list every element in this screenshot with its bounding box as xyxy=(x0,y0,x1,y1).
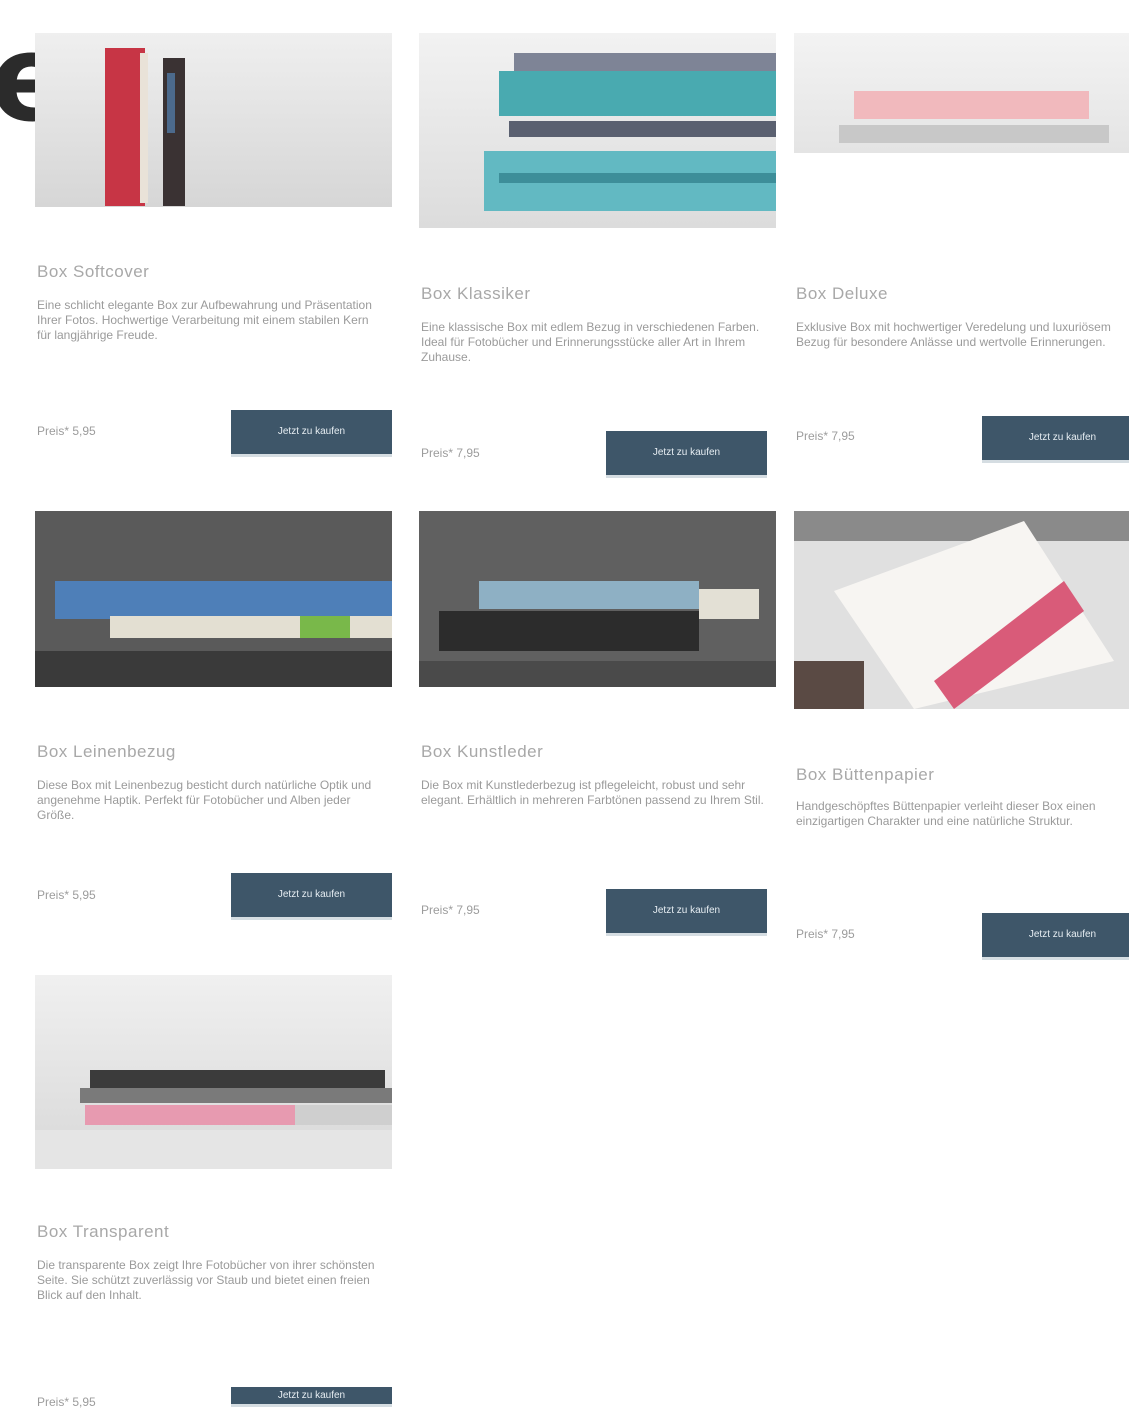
product-price: Preis* 7,95 xyxy=(796,927,855,941)
product-image[interactable] xyxy=(35,975,392,1169)
product-price: Preis* 5,95 xyxy=(37,424,96,438)
product-title: Box Softcover xyxy=(37,262,150,281)
product-image[interactable] xyxy=(35,33,392,207)
product-image[interactable] xyxy=(794,33,1129,153)
product-title: Box Klassiker xyxy=(421,284,531,303)
product-description: Diese Box mit Leinenbezug besticht durch… xyxy=(37,778,372,822)
product-description: Eine schlicht elegante Box zur Aufbewahr… xyxy=(37,298,372,342)
product-title: Box Kunstleder xyxy=(421,742,544,761)
buy-button[interactable]: Jetzt zu kaufen xyxy=(606,431,767,478)
product-image[interactable] xyxy=(419,511,776,687)
product-image[interactable] xyxy=(419,33,776,228)
buy-button[interactable]: Jetzt zu kaufen xyxy=(231,410,392,457)
product-price: Preis* 7,95 xyxy=(421,903,480,917)
product-description: Eine klassische Box mit edlem Bezug in v… xyxy=(421,320,760,364)
buy-button[interactable]: Jetzt zu kaufen xyxy=(231,1387,392,1407)
buy-button[interactable]: Jetzt zu kaufen xyxy=(982,913,1129,960)
product-image[interactable] xyxy=(35,511,392,687)
product-price: Preis* 7,95 xyxy=(421,446,480,460)
product-title: Box Deluxe xyxy=(796,284,888,303)
product-description: Die transparente Box zeigt Ihre Fotobüch… xyxy=(37,1258,375,1302)
product-price: Preis* 5,95 xyxy=(37,888,96,902)
product-image[interactable] xyxy=(794,511,1129,709)
product-price: Preis* 7,95 xyxy=(796,429,855,443)
buy-button[interactable]: Jetzt zu kaufen xyxy=(606,889,767,936)
product-title: Box Transparent xyxy=(37,1222,170,1241)
product-title: Box Büttenpapier xyxy=(796,765,935,784)
buy-button[interactable]: Jetzt zu kaufen xyxy=(231,873,392,920)
product-description: Handgeschöpftes Büttenpapier verleiht di… xyxy=(796,799,1096,828)
product-title: Box Leinenbezug xyxy=(37,742,176,761)
product-description: Exklusive Box mit hochwertiger Veredelun… xyxy=(796,320,1111,349)
product-description: Die Box mit Kunstlederbezug ist pflegele… xyxy=(421,778,764,807)
buy-button[interactable]: Jetzt zu kaufen xyxy=(982,416,1129,463)
